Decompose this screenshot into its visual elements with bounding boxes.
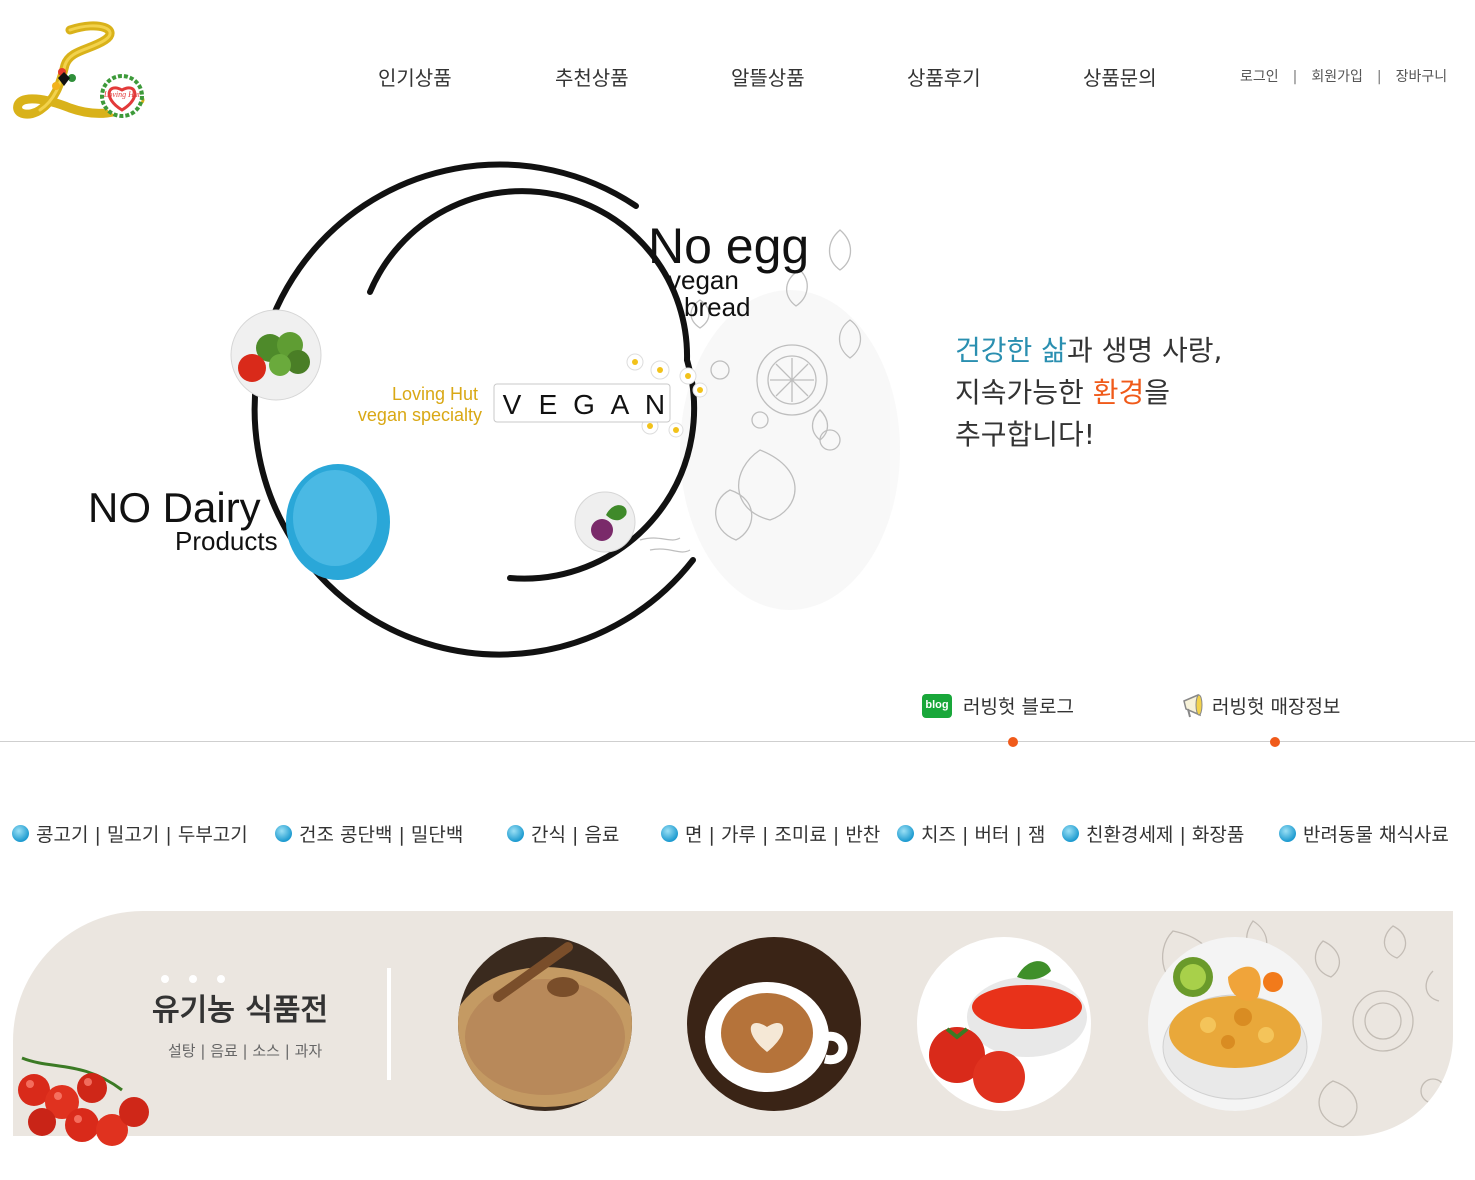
util-separator: | — [1292, 69, 1298, 85]
slogan-text: 추구합니다! — [955, 418, 1096, 451]
category-label: 친환경세제 | 화장품 — [1086, 824, 1245, 846]
slogan-text: 과 생명 사랑, — [1066, 334, 1223, 367]
store-marker-dot — [1270, 737, 1280, 747]
category-cheese-butter-jam[interactable]: 치즈 | 버터 | 잼 — [897, 820, 1045, 847]
tile-n: N — [645, 389, 665, 420]
blog-link-label: 러빙헛 블로그 — [963, 696, 1074, 718]
tile-v: V — [503, 389, 522, 420]
banner-separator — [387, 968, 391, 1080]
products-text: Products — [175, 526, 278, 556]
blog-icon: blog — [922, 693, 952, 718]
slogan-text: 지속가능한 — [955, 376, 1093, 409]
nav-recommended[interactable]: 추천상품 — [555, 62, 629, 91]
category-label: 면 | 가루 | 조미료 | 반찬 — [685, 824, 881, 846]
vegan-tiles: V E G A N — [493, 383, 671, 423]
sugar-image[interactable] — [458, 937, 632, 1111]
util-links: 로그인 | 회원가입 | 장바구니 — [1240, 66, 1447, 86]
category-bullet-icon — [661, 825, 678, 842]
vegan-text: vegan — [668, 265, 739, 295]
megaphone-icon — [1183, 693, 1203, 717]
category-bullet-icon — [12, 825, 29, 842]
banner-dot — [217, 975, 225, 983]
slogan-text: 을 — [1144, 376, 1170, 409]
banner-corner-cutout — [1353, 1036, 1453, 1136]
category-dried-protein[interactable]: 건조 콩단백 | 밀단백 — [275, 820, 463, 847]
tile-g: G — [573, 389, 595, 420]
category-label: 치즈 | 버터 | 잼 — [921, 824, 1046, 846]
sauce-image[interactable] — [917, 937, 1091, 1111]
tile-e: E — [539, 389, 558, 420]
category-bullet-icon — [507, 825, 524, 842]
banner-dot — [161, 975, 169, 983]
category-meat-substitutes[interactable]: 콩고기 | 밀고기 | 두부고기 — [12, 820, 248, 847]
category-bullet-icon — [897, 825, 914, 842]
slogan-highlight-orange: 환경 — [1092, 376, 1145, 409]
hero-illustration: No egg vegan bread NO Dairy Products Lov… — [88, 161, 900, 658]
category-eco-detergent-cosmetics[interactable]: 친환경세제 | 화장품 — [1062, 820, 1244, 847]
cherry-tomatoes-image — [18, 1056, 149, 1146]
tile-a: A — [611, 389, 630, 420]
brand-line2: vegan specialty — [358, 405, 482, 425]
login-link[interactable]: 로그인 — [1240, 69, 1279, 85]
category-noodles-seasoning[interactable]: 면 | 가루 | 조미료 | 반찬 — [661, 820, 880, 847]
brand-line1: Loving Hut — [392, 384, 478, 404]
category-label: 간식 | 음료 — [531, 824, 620, 846]
banner-dot — [189, 975, 197, 983]
coffee-image[interactable] — [687, 937, 861, 1111]
category-label: 반려동물 채식사료 — [1303, 824, 1449, 846]
category-label: 콩고기 | 밀고기 | 두부고기 — [36, 824, 248, 846]
hero-slogan: 건강한 삶과 생명 사랑, 지속가능한 환경을 추구합니다! — [955, 330, 1222, 456]
cereal-image[interactable] — [1148, 937, 1322, 1111]
nav-reviews[interactable]: 상품후기 — [907, 62, 981, 91]
slogan-highlight-blue: 건강한 삶 — [955, 334, 1067, 367]
cabbage-bowl — [574, 491, 636, 553]
store-info-link[interactable]: 러빙헛 매장정보 — [1180, 692, 1340, 719]
loving-hut-logo[interactable]: Loving Hut — [10, 20, 150, 125]
nav-popular[interactable]: 인기상품 — [378, 62, 452, 91]
blue-plate — [286, 464, 390, 580]
bread-text: bread — [684, 292, 751, 322]
category-label: 건조 콩단백 | 밀단백 — [299, 824, 464, 846]
nav-bargain[interactable]: 알뜰상품 — [731, 62, 805, 91]
category-bullet-icon — [1279, 825, 1296, 842]
section-divider — [0, 741, 1475, 742]
banner-subtitle: 설탕 | 음료 | 소스 | 과자 — [168, 1042, 323, 1060]
broccoli-bowl — [230, 309, 322, 401]
blog-link[interactable]: blog 러빙헛 블로그 — [922, 692, 1074, 719]
nav-inquiry[interactable]: 상품문의 — [1083, 62, 1157, 91]
cart-link[interactable]: 장바구니 — [1396, 69, 1448, 85]
join-link[interactable]: 회원가입 — [1311, 69, 1363, 85]
no-dairy-text: NO Dairy — [88, 484, 261, 531]
banner-title: 유기농 식품전 — [152, 993, 329, 1028]
util-separator: | — [1376, 69, 1382, 85]
category-pet-food[interactable]: 반려동물 채식사료 — [1279, 820, 1449, 847]
category-bullet-icon — [1062, 825, 1079, 842]
category-bullet-icon — [275, 825, 292, 842]
category-snacks-drinks[interactable]: 간식 | 음료 — [507, 820, 619, 847]
svg-text:Loving Hut: Loving Hut — [103, 90, 141, 99]
blog-marker-dot — [1008, 737, 1018, 747]
store-info-label: 러빙헛 매장정보 — [1212, 696, 1341, 718]
